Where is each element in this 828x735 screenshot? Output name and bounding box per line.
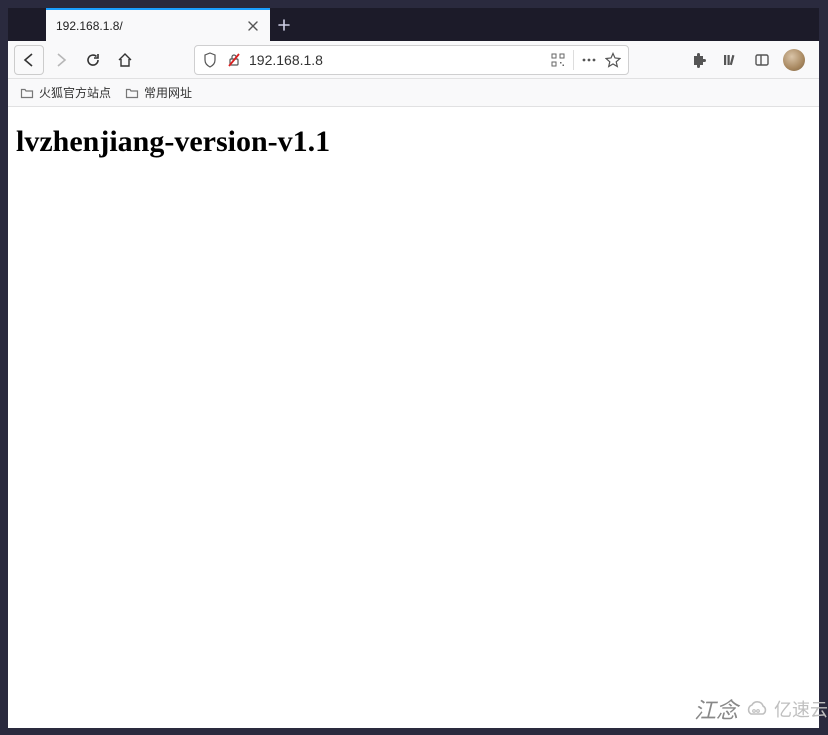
insecure-connection-icon[interactable] [225,51,243,69]
arrow-left-icon [20,51,38,69]
profile-button[interactable] [779,45,809,75]
url-input[interactable] [249,52,543,68]
urlbar-container [142,45,681,75]
folder-icon [125,86,139,100]
browser-tab[interactable]: 192.168.1.8/ [46,8,270,41]
bookmark-firefox-official[interactable]: 火狐官方站点 [20,84,111,101]
urlbar-separator [573,50,574,70]
close-tab-button[interactable] [246,19,260,33]
sidebar-button[interactable] [747,45,777,75]
extension-button[interactable] [683,45,713,75]
tracking-protection-icon[interactable] [201,51,219,69]
star-icon [605,52,621,68]
watermark-logo: 亿速云 [744,696,828,722]
arrow-right-icon [52,51,70,69]
watermark: 江念 亿速云 [694,693,828,725]
bookmark-label: 火狐官方站点 [39,84,111,101]
reload-button[interactable] [78,45,108,75]
browser-window: 192.168.1.8/ [8,8,819,728]
new-tab-button[interactable] [270,8,298,41]
ellipsis-icon [581,52,597,68]
tab-title: 192.168.1.8/ [56,19,246,33]
bookmark-label: 常用网址 [144,84,192,101]
page-content: lvzhenjiang-version-v1.1 [8,107,819,728]
home-icon [117,52,133,68]
bookmark-star-button[interactable] [604,51,622,69]
qr-icon[interactable] [549,51,567,69]
avatar [783,49,805,71]
page-action-menu-button[interactable] [580,51,598,69]
home-button[interactable] [110,45,140,75]
sidebar-icon [754,52,770,68]
watermark-logo-text: 亿速云 [774,696,828,722]
tab-strip: 192.168.1.8/ [8,8,819,41]
watermark-text: 江念 [694,693,738,725]
bookmark-common-urls[interactable]: 常用网址 [125,84,192,101]
close-icon [247,20,259,32]
page-heading: lvzhenjiang-version-v1.1 [16,125,811,159]
plus-icon [277,18,291,32]
tab-strip-spacer [8,8,46,41]
puzzle-icon [690,52,706,68]
forward-button[interactable] [46,45,76,75]
library-button[interactable] [715,45,745,75]
cloud-icon [744,699,770,719]
back-button[interactable] [14,45,44,75]
folder-icon [20,86,34,100]
urlbar[interactable] [194,45,629,75]
bookmarks-toolbar: 火狐官方站点 常用网址 [8,79,819,107]
navigation-toolbar [8,41,819,79]
toolbar-right [683,45,813,75]
reload-icon [85,52,101,68]
library-icon [722,52,738,68]
